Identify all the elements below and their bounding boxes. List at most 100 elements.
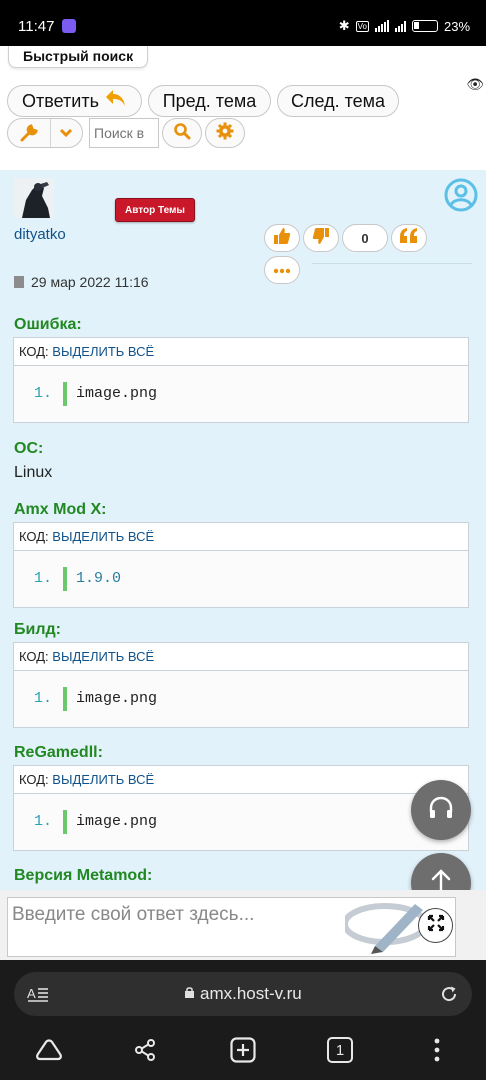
battery-percent: 23 bbox=[443, 18, 459, 34]
code-block: КОД: ВЫДЕЛИТЬ ВСЁ 1. 1.9.0 bbox=[13, 522, 469, 608]
search-icon bbox=[173, 122, 191, 145]
code-block: КОД: ВЫДЕЛИТЬ ВСЁ 1. image.png bbox=[13, 765, 469, 851]
topic-search-input[interactable] bbox=[89, 118, 159, 148]
signal-icon-2 bbox=[394, 20, 406, 32]
code-body: 1. 1.9.0 bbox=[14, 551, 468, 607]
avatar[interactable] bbox=[14, 178, 54, 218]
line-marker bbox=[63, 810, 67, 834]
like-button[interactable] bbox=[264, 224, 300, 252]
line-marker bbox=[63, 687, 67, 711]
select-all-link[interactable]: ВЫДЕЛИТЬ ВСЁ bbox=[52, 772, 154, 787]
reply-label: Ответить bbox=[22, 90, 99, 111]
wrench-icon bbox=[8, 119, 51, 147]
code-prefix: КОД: bbox=[19, 772, 49, 787]
code-line: image.png bbox=[76, 813, 158, 830]
select-all-link[interactable]: ВЫДЕЛИТЬ ВСЁ bbox=[52, 344, 154, 359]
quick-reply-area: Введите свой ответ здесь... bbox=[0, 890, 486, 960]
more-actions-button[interactable] bbox=[264, 256, 300, 284]
document-icon bbox=[14, 276, 24, 288]
menu-icon[interactable] bbox=[423, 1036, 451, 1064]
code-prefix: КОД: bbox=[19, 529, 49, 544]
reply-button[interactable]: Ответить bbox=[7, 85, 142, 117]
browser-chrome: A amx.host-v.ru 1 bbox=[0, 960, 486, 1080]
expand-icon bbox=[427, 914, 445, 937]
advanced-search-button[interactable] bbox=[205, 118, 245, 148]
field-label: Amx Mod X: bbox=[14, 501, 107, 518]
lock-icon bbox=[184, 984, 195, 1003]
quick-search-button[interactable]: Быстрый поиск bbox=[8, 46, 149, 68]
author-badge: Автор Темы bbox=[115, 198, 195, 222]
url-display: amx.host-v.ru bbox=[14, 984, 472, 1004]
gear-icon bbox=[216, 122, 234, 145]
reply-arrow-icon bbox=[105, 88, 127, 114]
reload-icon[interactable] bbox=[440, 985, 458, 1008]
username-link[interactable]: dityatko bbox=[14, 226, 66, 243]
field-label: Версия Metamod: bbox=[14, 867, 153, 884]
code-body: 1. image.png bbox=[14, 671, 468, 727]
line-marker bbox=[63, 567, 67, 591]
search-button[interactable] bbox=[162, 118, 202, 148]
volte-icon: Vo bbox=[355, 20, 369, 32]
thumbs-up-icon bbox=[273, 227, 291, 250]
line-number: 1. bbox=[34, 570, 53, 587]
line-number: 1. bbox=[34, 690, 53, 707]
status-time: 11:47 bbox=[18, 18, 55, 35]
status-bar: 11:47 ✱ Vo 23% bbox=[0, 0, 486, 46]
code-line: 1.9.0 bbox=[76, 570, 122, 587]
signal-icon bbox=[374, 20, 389, 32]
code-line: image.png bbox=[76, 690, 158, 707]
listen-button[interactable] bbox=[411, 780, 471, 840]
field-label: Билд: bbox=[14, 621, 61, 638]
topic-tools-button[interactable] bbox=[7, 118, 83, 148]
battery-icon bbox=[411, 20, 438, 32]
quote-button[interactable] bbox=[391, 224, 427, 252]
post: Автор Темы dityatko 0 29 мар 2022 11:16 … bbox=[0, 170, 486, 890]
chevron-down-icon bbox=[51, 119, 82, 147]
code-prefix: КОД: bbox=[19, 649, 49, 664]
thumbs-down-icon bbox=[312, 227, 330, 250]
field-label: Ошибка: bbox=[14, 316, 82, 333]
status-indicators: ✱ Vo 23% bbox=[338, 18, 470, 34]
code-header: КОД: ВЫДЕЛИТЬ ВСЁ bbox=[14, 766, 468, 794]
select-all-link[interactable]: ВЫДЕЛИТЬ ВСЁ bbox=[52, 529, 154, 544]
line-number: 1. bbox=[34, 813, 53, 830]
code-header: КОД: ВЫДЕЛИТЬ ВСЁ bbox=[14, 523, 468, 551]
code-prefix: КОД: bbox=[19, 344, 49, 359]
url-text: amx.host-v.ru bbox=[200, 984, 302, 1003]
eye-icon[interactable]: 👁 bbox=[466, 76, 484, 93]
app-notification-icon bbox=[62, 19, 76, 33]
tab-count: 1 bbox=[327, 1037, 353, 1063]
code-line: image.png bbox=[76, 385, 158, 402]
more-dots-icon bbox=[273, 261, 291, 279]
code-header: КОД: ВЫДЕЛИТЬ ВСЁ bbox=[14, 338, 468, 366]
line-number: 1. bbox=[34, 385, 53, 402]
expand-editor-button[interactable] bbox=[418, 908, 453, 943]
code-body: 1. image.png bbox=[14, 366, 468, 422]
reaction-count: 0 bbox=[342, 224, 388, 252]
headphones-icon bbox=[428, 796, 454, 825]
prev-topic-button[interactable]: Пред. тема bbox=[148, 85, 271, 117]
home-icon[interactable] bbox=[35, 1036, 63, 1064]
select-all-link[interactable]: ВЫДЕЛИТЬ ВСЁ bbox=[52, 649, 154, 664]
field-value: Linux bbox=[14, 464, 53, 481]
tabs-button[interactable]: 1 bbox=[326, 1036, 354, 1064]
code-header: КОД: ВЫДЕЛИТЬ ВСЁ bbox=[14, 643, 468, 671]
reply-placeholder: Введите свой ответ здесь... bbox=[12, 904, 255, 925]
code-body: 1. image.png bbox=[14, 794, 468, 850]
field-label: ReGamedll: bbox=[14, 744, 103, 761]
line-marker bbox=[63, 382, 67, 406]
bluetooth-icon: ✱ bbox=[338, 18, 350, 33]
code-block: КОД: ВЫДЕЛИТЬ ВСЁ 1. image.png bbox=[13, 642, 469, 728]
profile-icon[interactable] bbox=[443, 177, 479, 213]
address-bar[interactable]: A amx.host-v.ru bbox=[14, 972, 472, 1016]
new-tab-icon[interactable] bbox=[229, 1036, 257, 1064]
post-date-text: 29 мар 2022 11:16 bbox=[31, 274, 149, 290]
dislike-button[interactable] bbox=[303, 224, 339, 252]
field-label: ОС: bbox=[14, 440, 44, 457]
code-block: КОД: ВЫДЕЛИТЬ ВСЁ 1. image.png bbox=[13, 337, 469, 423]
share-icon[interactable] bbox=[131, 1036, 159, 1064]
post-divider bbox=[312, 263, 472, 264]
quote-icon bbox=[399, 227, 419, 249]
next-topic-button[interactable]: След. тема bbox=[277, 85, 399, 117]
post-date: 29 мар 2022 11:16 bbox=[14, 274, 149, 290]
